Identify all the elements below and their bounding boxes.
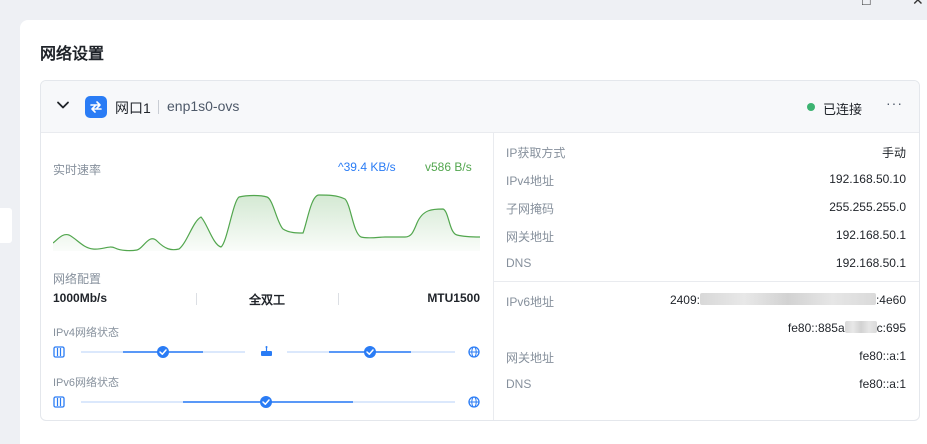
ipv6-address-1: 2409::4e60 xyxy=(669,293,906,307)
interface-card: 网口1 enp1s0-ovs 已连接 ··· 实时速率 ^39.4 KB/s v… xyxy=(40,80,920,421)
subnet-mask-row: 子网掩码 255.255.255.0 xyxy=(506,200,906,216)
close-icon[interactable]: ✕ xyxy=(912,0,924,9)
chevron-down-icon[interactable] xyxy=(55,97,71,113)
ipv6-address-row: IPv6地址 2409::4e60 xyxy=(506,293,906,309)
network-settings-panel: 网络设置 网口1 enp1s0-ovs 已连接 ··· 实时速率 ^39.4 K… xyxy=(20,20,927,444)
ipv4-address-row: IPv4地址 192.168.50.10 xyxy=(506,172,906,188)
ipv6-dns-row: DNS fe80::a:1 xyxy=(506,377,906,391)
ip-mode-row: IP获取方式 手动 xyxy=(506,146,906,160)
address-section: IP获取方式 手动 IPv4地址 192.168.50.10 子网掩码 255.… xyxy=(494,133,919,420)
ipv6-gateway-row: 网关地址 fe80::a:1 xyxy=(506,349,906,365)
mtu-value: MTU1500 xyxy=(427,291,480,305)
speed-chart-area xyxy=(53,195,480,251)
config-row: 1000Mb/s 全双工 MTU1500 xyxy=(53,291,480,307)
ipv6-address-row-2: fe80::885a c:695 xyxy=(506,321,906,337)
link-speed: 1000Mb/s xyxy=(53,291,108,305)
download-speed: v586 B/s xyxy=(425,160,472,174)
check-circle-icon xyxy=(260,396,272,408)
more-options-icon[interactable]: ··· xyxy=(886,95,903,111)
status-dot-icon xyxy=(807,103,815,111)
divider xyxy=(158,100,159,114)
device-icon xyxy=(53,346,65,358)
ipv4-status-line xyxy=(53,346,480,358)
check-circle-icon xyxy=(157,346,169,358)
traffic-section: 实时速率 ^39.4 KB/s v586 B/s 网络配置 1000Mb/s 全… xyxy=(41,133,493,420)
ipv4-status-title: IPv4网络状态 xyxy=(53,327,120,339)
duplex-mode: 全双工 xyxy=(249,293,286,307)
ipv6-address-2: fe80::885a c:695 xyxy=(787,321,906,335)
status-badge: 已连接 xyxy=(823,102,863,117)
dns-row: DNS 192.168.50.1 xyxy=(506,256,906,270)
ipv6-status-title: IPv6网络状态 xyxy=(53,377,120,389)
maximize-icon[interactable]: □ xyxy=(862,0,870,8)
interface-name: 网口1 xyxy=(115,100,151,116)
redacted-mask xyxy=(699,293,876,305)
swap-arrows-icon xyxy=(85,96,107,118)
gateway-row: 网关地址 192.168.50.1 xyxy=(506,228,906,244)
globe-icon xyxy=(468,346,480,358)
redacted-mask xyxy=(844,321,877,333)
config-title: 网络配置 xyxy=(53,272,102,286)
page-title: 网络设置 xyxy=(40,46,105,63)
divider xyxy=(196,293,197,305)
ipv6-status-line xyxy=(53,396,480,408)
speed-title: 实时速率 xyxy=(53,163,102,177)
interface-header[interactable]: 网口1 enp1s0-ovs 已连接 ··· xyxy=(41,81,919,133)
upload-speed: ^39.4 KB/s xyxy=(338,160,396,174)
device-icon xyxy=(53,396,65,408)
router-icon xyxy=(261,346,272,356)
speed-chart xyxy=(53,194,480,252)
check-circle-icon xyxy=(364,346,376,358)
sidebar-stub xyxy=(0,208,12,243)
globe-icon xyxy=(468,396,480,408)
divider xyxy=(494,281,919,282)
divider xyxy=(338,293,339,305)
interface-device: enp1s0-ovs xyxy=(167,98,240,114)
top-bar: □ ✕ xyxy=(0,0,927,20)
